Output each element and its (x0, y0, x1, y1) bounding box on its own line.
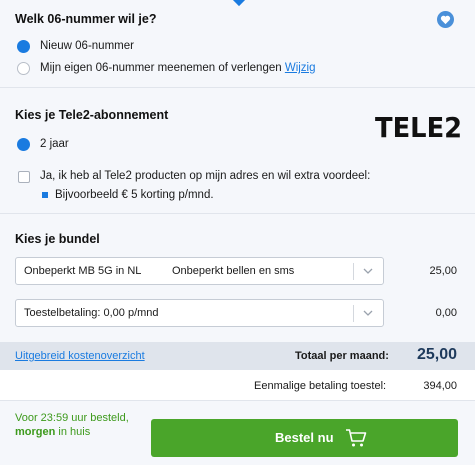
delivery-day: morgen (15, 426, 56, 438)
step-indicator-caret (231, 0, 247, 7)
radio-new-number[interactable] (17, 40, 30, 53)
bundle-section-title: Kies je bundel (15, 232, 100, 246)
number-section: Welk 06-nummer wil je? Nieuw 06-nummer M… (0, 0, 475, 88)
bundle-section: Kies je bundel Onbeperkt MB 5G in NL Onb… (0, 214, 475, 342)
order-button[interactable]: Bestel nu (151, 419, 458, 457)
change-link[interactable]: Wijzig (285, 62, 316, 74)
bundle-select[interactable]: Onbeperkt MB 5G in NL Onbeperkt bellen e… (15, 257, 384, 285)
tele2-logo: TELE2 (375, 111, 463, 144)
device-payment-text: Toestelbetaling: 0,00 p/mnd (24, 307, 159, 319)
keep-number-text: Mijn eigen 06-nummer meenemen of verleng… (40, 62, 282, 74)
radio-keep-number-label: Mijn eigen 06-nummer meenemen of verleng… (40, 62, 316, 74)
chevron-down-icon (363, 310, 373, 316)
cart-icon (346, 429, 367, 447)
device-price: 0,00 (435, 307, 457, 319)
delivery-line-1: Voor 23:59 uur besteld, (15, 412, 129, 424)
device-payment-select[interactable]: Toestelbetaling: 0,00 p/mnd (15, 299, 384, 327)
bundle-select-calls: Onbeperkt bellen en sms (172, 265, 295, 277)
one-time-payment-label: Eenmalige betaling toestel: (254, 380, 387, 392)
number-section-title: Welk 06-nummer wil je? (15, 12, 157, 26)
monthly-total-amount: 25,00 (416, 346, 457, 363)
chevron-down-icon (363, 268, 373, 274)
select-divider (353, 305, 354, 322)
bundle-select-data: Onbeperkt MB 5G in NL (24, 265, 142, 277)
delivery-rest: in huis (55, 426, 91, 438)
one-time-payment-row: Eenmalige betaling toestel: 394,00 (0, 370, 475, 401)
monthly-total-label: Totaal per maand: (295, 350, 389, 362)
order-footer: Voor 23:59 uur besteld, morgen in huis B… (0, 401, 475, 465)
extra-benefit-example: Bijvoorbeeld € 5 korting p/mnd. (55, 189, 214, 201)
delivery-note: Voor 23:59 uur besteld, morgen in huis (15, 411, 129, 439)
radio-duration-2-years[interactable] (17, 138, 30, 151)
select-divider (353, 263, 354, 280)
order-button-label: Bestel nu (275, 430, 334, 445)
cost-overview-link[interactable]: Uitgebreid kostenoverzicht (15, 350, 145, 362)
subscription-section: Kies je Tele2-abonnement TELE2 2 jaar Ja… (0, 88, 475, 214)
extra-benefit-label: Ja, ik heb al Tele2 producten op mijn ad… (40, 170, 371, 182)
one-time-payment-amount: 394,00 (423, 380, 457, 392)
duration-label: 2 jaar (40, 138, 69, 150)
heart-icon[interactable] (437, 11, 454, 28)
bundle-price: 25,00 (429, 265, 457, 277)
delivery-line-2: morgen in huis (15, 425, 129, 439)
extra-benefit-checkbox[interactable] (18, 171, 30, 183)
subscription-section-title: Kies je Tele2-abonnement (15, 108, 169, 122)
radio-new-number-label: Nieuw 06-nummer (40, 40, 134, 52)
bullet-marker (42, 192, 48, 198)
monthly-total-row: Uitgebreid kostenoverzicht Totaal per ma… (0, 342, 475, 370)
radio-keep-number[interactable] (17, 62, 30, 75)
